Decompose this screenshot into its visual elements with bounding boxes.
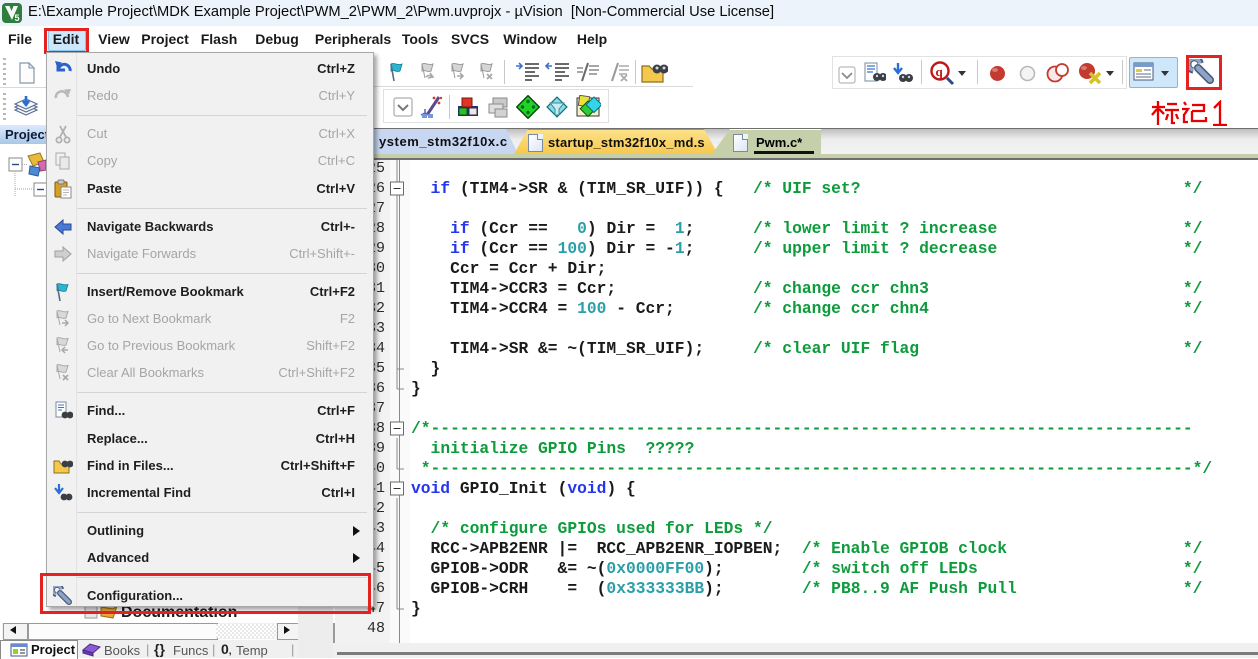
svg-text:5: 5: [15, 13, 20, 23]
svg-text:q: q: [936, 64, 944, 79]
